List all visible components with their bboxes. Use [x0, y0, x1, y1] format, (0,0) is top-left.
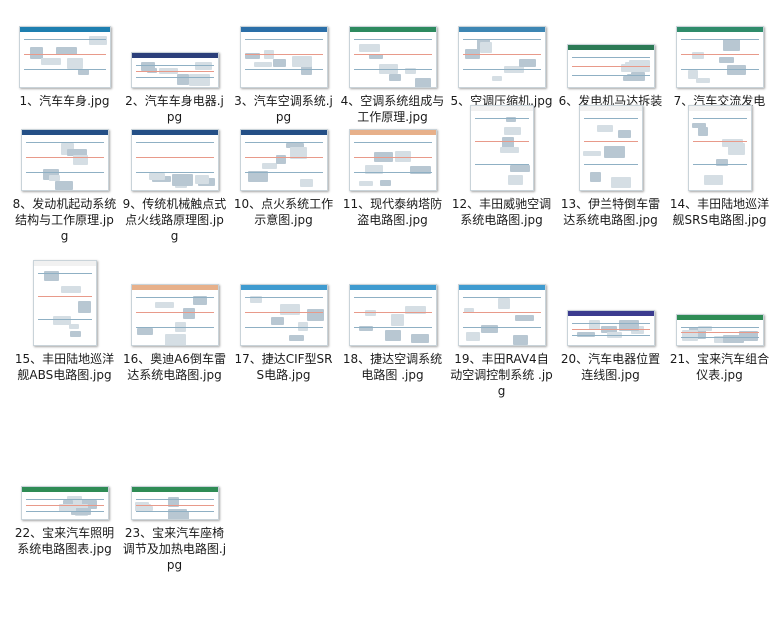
file-item[interactable]: 5、空调压缩机.jpg — [447, 20, 556, 109]
file-name: 15、丰田陆地巡洋舰ABS电路图.jpg — [14, 352, 115, 382]
file-item[interactable]: 1、汽车车身.jpg — [10, 20, 119, 109]
file-name: 18、捷达空调系统电路图 .jpg — [342, 352, 443, 382]
file-thumbnail — [348, 129, 437, 191]
file-item[interactable]: 20、汽车电器位置连线图.jpg — [556, 278, 665, 383]
file-thumbnail — [239, 26, 328, 88]
file-name: 8、发动机起动系统结构与工作原理.jpg — [12, 197, 117, 243]
file-name: 1、汽车车身.jpg — [19, 94, 110, 108]
file-name: 20、汽车电器位置连线图.jpg — [560, 352, 661, 382]
file-thumbnail — [348, 26, 437, 88]
file-thumbnail — [130, 486, 219, 520]
thumbnail-frame — [452, 278, 552, 346]
thumbnail-frame — [343, 278, 443, 346]
file-item[interactable]: 14、丰田陆地巡洋舰SRS电路图.jpg — [665, 105, 773, 228]
file-name: 2、汽车车身电器.jpg — [125, 94, 224, 124]
file-name: 21、宝来汽车组合仪表.jpg — [669, 352, 770, 382]
file-item[interactable]: 16、奥迪A6倒车雷达系统电路图.jpg — [120, 278, 229, 383]
file-thumbnail — [687, 105, 752, 191]
file-name: 22、宝来汽车照明系统电路图表.jpg — [14, 526, 115, 556]
file-item[interactable]: 21、宝来汽车组合仪表.jpg — [665, 278, 773, 383]
thumbnail-frame — [561, 20, 661, 88]
file-item[interactable]: 22、宝来汽车照明系统电路图表.jpg — [10, 452, 119, 557]
file-item[interactable]: 18、捷达空调系统电路图 .jpg — [338, 278, 447, 383]
file-item[interactable]: 19、丰田RAV4自动空调控制系统 .jpg — [447, 278, 556, 399]
file-thumbnail — [578, 105, 643, 191]
file-item[interactable]: 8、发动机起动系统结构与工作原理.jpg — [10, 123, 119, 244]
file-name: 14、丰田陆地巡洋舰SRS电路图.jpg — [669, 197, 770, 227]
thumbnail-frame — [15, 452, 115, 520]
file-item[interactable]: 4、空调系统组成与工作原理.jpg — [338, 20, 447, 125]
file-thumbnail — [457, 26, 546, 88]
file-grid: 1、汽车车身.jpg 2、汽车车身电器.jpg 3、汽车空调系统.jpg 4、空调系统… — [0, 0, 773, 618]
thumbnail-frame — [125, 20, 225, 88]
file-thumbnail — [469, 105, 534, 191]
file-item[interactable]: 3、汽车空调系统.jpg — [229, 20, 338, 125]
file-item[interactable]: 11、现代泰纳塔防盗电路图.jpg — [338, 123, 447, 228]
file-name: 11、现代泰纳塔防盗电路图.jpg — [342, 197, 443, 227]
thumbnail-frame — [452, 105, 552, 191]
file-thumbnail — [130, 52, 219, 88]
file-item[interactable]: 10、点火系统工作示意图.jpg — [229, 123, 338, 228]
thumbnail-frame — [343, 123, 443, 191]
file-name: 9、传统机械触点式点火线路原理图.jpg — [122, 197, 227, 243]
file-item[interactable]: 13、伊兰特倒车雷达系统电路图.jpg — [556, 105, 665, 228]
thumbnail-frame — [670, 105, 770, 191]
file-thumbnail — [566, 310, 655, 346]
thumbnail-frame — [234, 20, 334, 88]
thumbnail-frame — [125, 278, 225, 346]
thumbnail-frame — [561, 278, 661, 346]
file-name: 10、点火系统工作示意图.jpg — [233, 197, 334, 227]
thumbnail-frame — [234, 123, 334, 191]
file-thumbnail — [18, 26, 111, 88]
file-name: 12、丰田威驰空调系统电路图.jpg — [451, 197, 552, 227]
thumbnail-frame — [125, 452, 225, 520]
thumbnail-frame — [561, 105, 661, 191]
file-name: 19、丰田RAV4自动空调控制系统 .jpg — [450, 352, 553, 398]
thumbnail-frame — [15, 20, 115, 88]
file-thumbnail — [20, 486, 109, 520]
thumbnail-frame — [670, 278, 770, 346]
file-item[interactable]: 12、丰田威驰空调系统电路图.jpg — [447, 105, 556, 228]
file-thumbnail — [566, 44, 655, 88]
thumbnail-frame — [452, 20, 552, 88]
thumbnail-frame — [15, 260, 115, 346]
thumbnail-frame — [15, 123, 115, 191]
thumbnail-frame — [234, 278, 334, 346]
file-thumbnail — [675, 314, 764, 346]
file-item[interactable]: 2、汽车车身电器.jpg — [120, 20, 229, 125]
file-thumbnail — [130, 284, 219, 346]
thumbnail-frame — [670, 20, 770, 88]
file-name: 23、宝来汽车座椅调节及加热电路图.jpg — [122, 526, 227, 572]
file-item[interactable]: 9、传统机械触点式点火线路原理图.jpg — [120, 123, 229, 244]
file-item[interactable]: 23、宝来汽车座椅调节及加热电路图.jpg — [120, 452, 229, 573]
file-thumbnail — [348, 284, 437, 346]
file-thumbnail — [239, 129, 328, 191]
file-name: 3、汽车空调系统.jpg — [234, 94, 333, 124]
file-thumbnail — [20, 129, 109, 191]
file-thumbnail — [32, 260, 97, 346]
file-thumbnail — [130, 129, 219, 191]
file-name: 4、空调系统组成与工作原理.jpg — [340, 94, 445, 124]
thumbnail-frame — [125, 123, 225, 191]
file-thumbnail — [457, 284, 546, 346]
file-name: 13、伊兰特倒车雷达系统电路图.jpg — [560, 197, 661, 227]
file-thumbnail — [239, 284, 328, 346]
file-thumbnail — [675, 26, 764, 88]
file-item[interactable]: 15、丰田陆地巡洋舰ABS电路图.jpg — [10, 260, 119, 383]
thumbnail-frame — [343, 20, 443, 88]
file-item[interactable]: 17、捷达CIF型SRS电路.jpg — [229, 278, 338, 383]
file-name: 16、奥迪A6倒车雷达系统电路图.jpg — [122, 352, 227, 382]
file-name: 17、捷达CIF型SRS电路.jpg — [234, 352, 333, 382]
